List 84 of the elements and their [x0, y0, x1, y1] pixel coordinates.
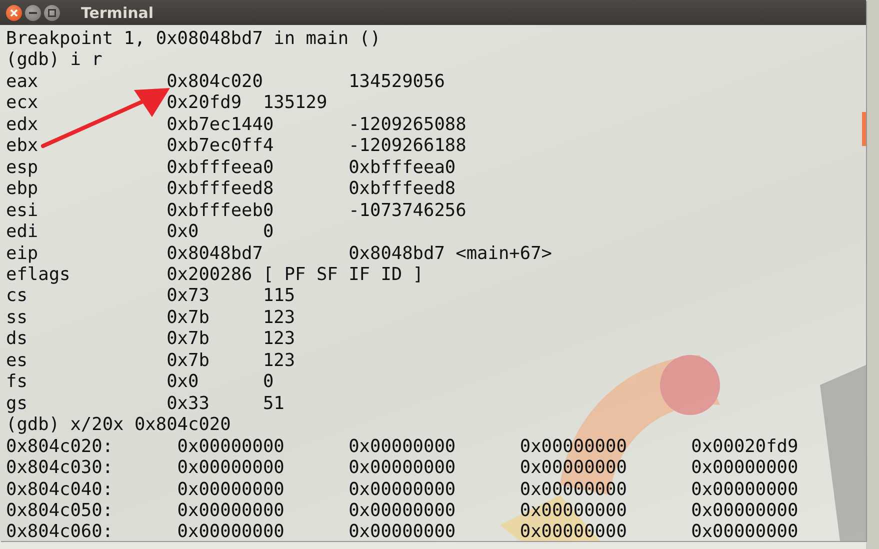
- register-natural-value: 51: [262, 392, 284, 414]
- minimize-icon: [29, 12, 37, 14]
- maximize-button[interactable]: [44, 4, 60, 20]
- register-value: 0x73: [166, 285, 210, 306]
- maximize-icon: [48, 8, 56, 16]
- memory-address: 0x804c040:: [6, 478, 114, 500]
- register-natural-value: -1209266188: [348, 135, 466, 156]
- memory-word: 0x00000000: [520, 457, 627, 478]
- register-value: 0xbfffeed8: [166, 178, 274, 200]
- close-button[interactable]: [6, 4, 22, 20]
- register-name: edx: [6, 114, 38, 135]
- memory-word: 0x00000000: [520, 478, 627, 500]
- memory-word: 0x00000000: [520, 436, 627, 457]
- register-natural-value: 0xbfffeea0: [348, 156, 456, 178]
- memory-word: 0x00000000: [691, 500, 798, 521]
- register-value: 0x7b: [166, 306, 210, 328]
- register-name: ds: [6, 328, 28, 350]
- register-natural-value: -1209265088: [348, 114, 466, 135]
- memory-word: 0x00000000: [691, 457, 798, 478]
- close-icon: [10, 8, 18, 16]
- register-name: eflags: [6, 264, 70, 285]
- memory-word: 0x00000000: [348, 457, 456, 478]
- register-value: 0x7b: [166, 328, 210, 350]
- memory-word: 0x00000000: [691, 478, 798, 500]
- output-line: Breakpoint 1, 0x08048bd7 in main (): [6, 28, 381, 49]
- register-value: 0x33: [166, 392, 210, 414]
- memory-word: 0x00000000: [177, 521, 284, 541]
- register-name: fs: [6, 371, 28, 392]
- register-natural-value: 134529056: [348, 70, 445, 92]
- register-value: 0xb7ec0ff4: [166, 135, 274, 156]
- register-natural-value: 0xbfffeed8: [348, 178, 456, 200]
- register-natural-value: 0: [262, 371, 274, 392]
- memory-word: 0x00000000: [691, 521, 798, 541]
- memory-word: 0x00000000: [348, 436, 456, 457]
- register-name: cs: [6, 285, 28, 306]
- memory-word: 0x00000000: [177, 500, 284, 521]
- register-name: ebx: [6, 135, 38, 156]
- register-name: esi: [6, 200, 38, 221]
- register-name: es: [6, 350, 28, 371]
- register-name: ss: [6, 306, 28, 328]
- register-value: 0xbfffeeb0: [166, 200, 274, 221]
- register-natural-value: 135129: [262, 92, 328, 114]
- register-natural-value: 123: [262, 350, 296, 371]
- memory-word: 0x00000000: [177, 478, 284, 500]
- minimize-button[interactable]: [25, 4, 41, 20]
- register-value: 0xbfffeea0: [166, 156, 274, 178]
- register-value: 0x20fd9: [166, 92, 242, 114]
- output-line: (gdb) i r: [6, 49, 102, 70]
- register-value: 0x200286: [166, 264, 252, 285]
- memory-word: 0x00000000: [348, 521, 456, 541]
- register-name: ecx: [6, 92, 38, 114]
- register-natural-value: 123: [262, 328, 296, 350]
- memory-word: 0x00000000: [348, 500, 456, 521]
- scrollbar-thumb[interactable]: [862, 112, 866, 146]
- memory-word: 0x00000000: [177, 457, 284, 478]
- register-value: 0xb7ec1440: [166, 114, 274, 135]
- command-line: (gdb) x/20x 0x804c020: [6, 414, 231, 436]
- memory-word: 0x00020fd9: [691, 436, 798, 457]
- register-value: 0x0: [166, 221, 199, 242]
- register-natural-value: 0: [262, 221, 274, 242]
- window-title: Terminal: [81, 4, 154, 22]
- register-name: eip: [6, 242, 38, 264]
- register-value: 0x0: [166, 371, 199, 392]
- memory-address: 0x804c020:: [6, 436, 114, 457]
- register-name: esp: [6, 156, 38, 178]
- memory-address: 0x804c030:: [6, 457, 114, 478]
- register-natural-value: 0x8048bd7 <main+67>: [348, 242, 552, 264]
- memory-word: 0x00000000: [520, 521, 627, 541]
- register-natural-value: [ PF SF IF ID ]: [262, 264, 424, 285]
- register-name: gs: [6, 392, 28, 414]
- register-value: 0x8048bd7: [166, 242, 263, 264]
- register-natural-value: -1073746256: [348, 200, 466, 221]
- register-value: 0x7b: [166, 350, 210, 371]
- register-natural-value: 115: [262, 285, 296, 306]
- register-name: edi: [6, 221, 38, 242]
- memory-word: 0x00000000: [177, 436, 284, 457]
- register-name: ebp: [6, 178, 38, 200]
- register-value: 0x804c020: [166, 70, 263, 92]
- memory-word: 0x00000000: [520, 500, 627, 521]
- register-name: eax: [6, 70, 38, 92]
- register-natural-value: 123: [262, 306, 296, 328]
- memory-address: 0x804c060:: [6, 521, 114, 541]
- memory-address: 0x804c050:: [6, 500, 114, 521]
- memory-word: 0x00000000: [348, 478, 456, 500]
